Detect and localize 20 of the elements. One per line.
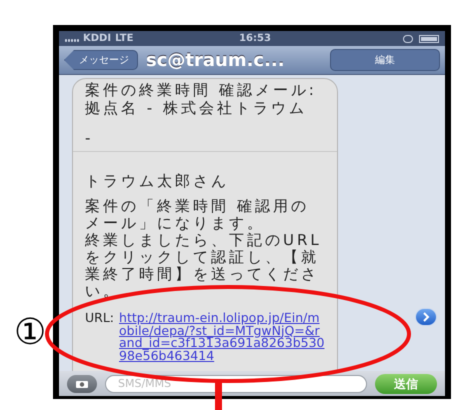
message-text: 終業しましたら、下記のURLをクリックして認証し、【就業終了時間】を送ってください。 [85,232,323,300]
send-button[interactable]: 送信 [375,374,437,394]
camera-icon [75,378,89,388]
step-marker: ① [14,313,46,353]
rotation-lock-icon [403,34,413,42]
url-label: URL: [85,312,114,327]
separator-text: - [85,129,94,147]
status-time: 16:53 [238,32,272,46]
conversation-title: sc@traum.c... [146,48,286,72]
message-text: 案件の「終業時間 確認用のメール」になります。 [85,198,310,232]
url-link[interactable]: http://traum-ein.lolipop.jp/Ein/mobile/depa/?st_id=MTgwNjQ=&rand_id=c3f1313a691a8263b53098e56b463414 [119,312,325,362]
greeting-text: トラウム太郎さん [85,172,230,190]
battery-icon [419,34,439,42]
edit-button[interactable]: 編集 [330,49,440,71]
network-type: LTE [115,32,134,46]
carrier-name: KDDI [83,32,112,46]
back-button[interactable]: メッセージ [64,50,138,70]
chevron-right-icon[interactable] [415,308,437,326]
camera-button[interactable] [67,374,97,392]
message-subject: 案件の終業時間 確認メール:拠点名 - 株式会社トラウム [85,81,318,117]
